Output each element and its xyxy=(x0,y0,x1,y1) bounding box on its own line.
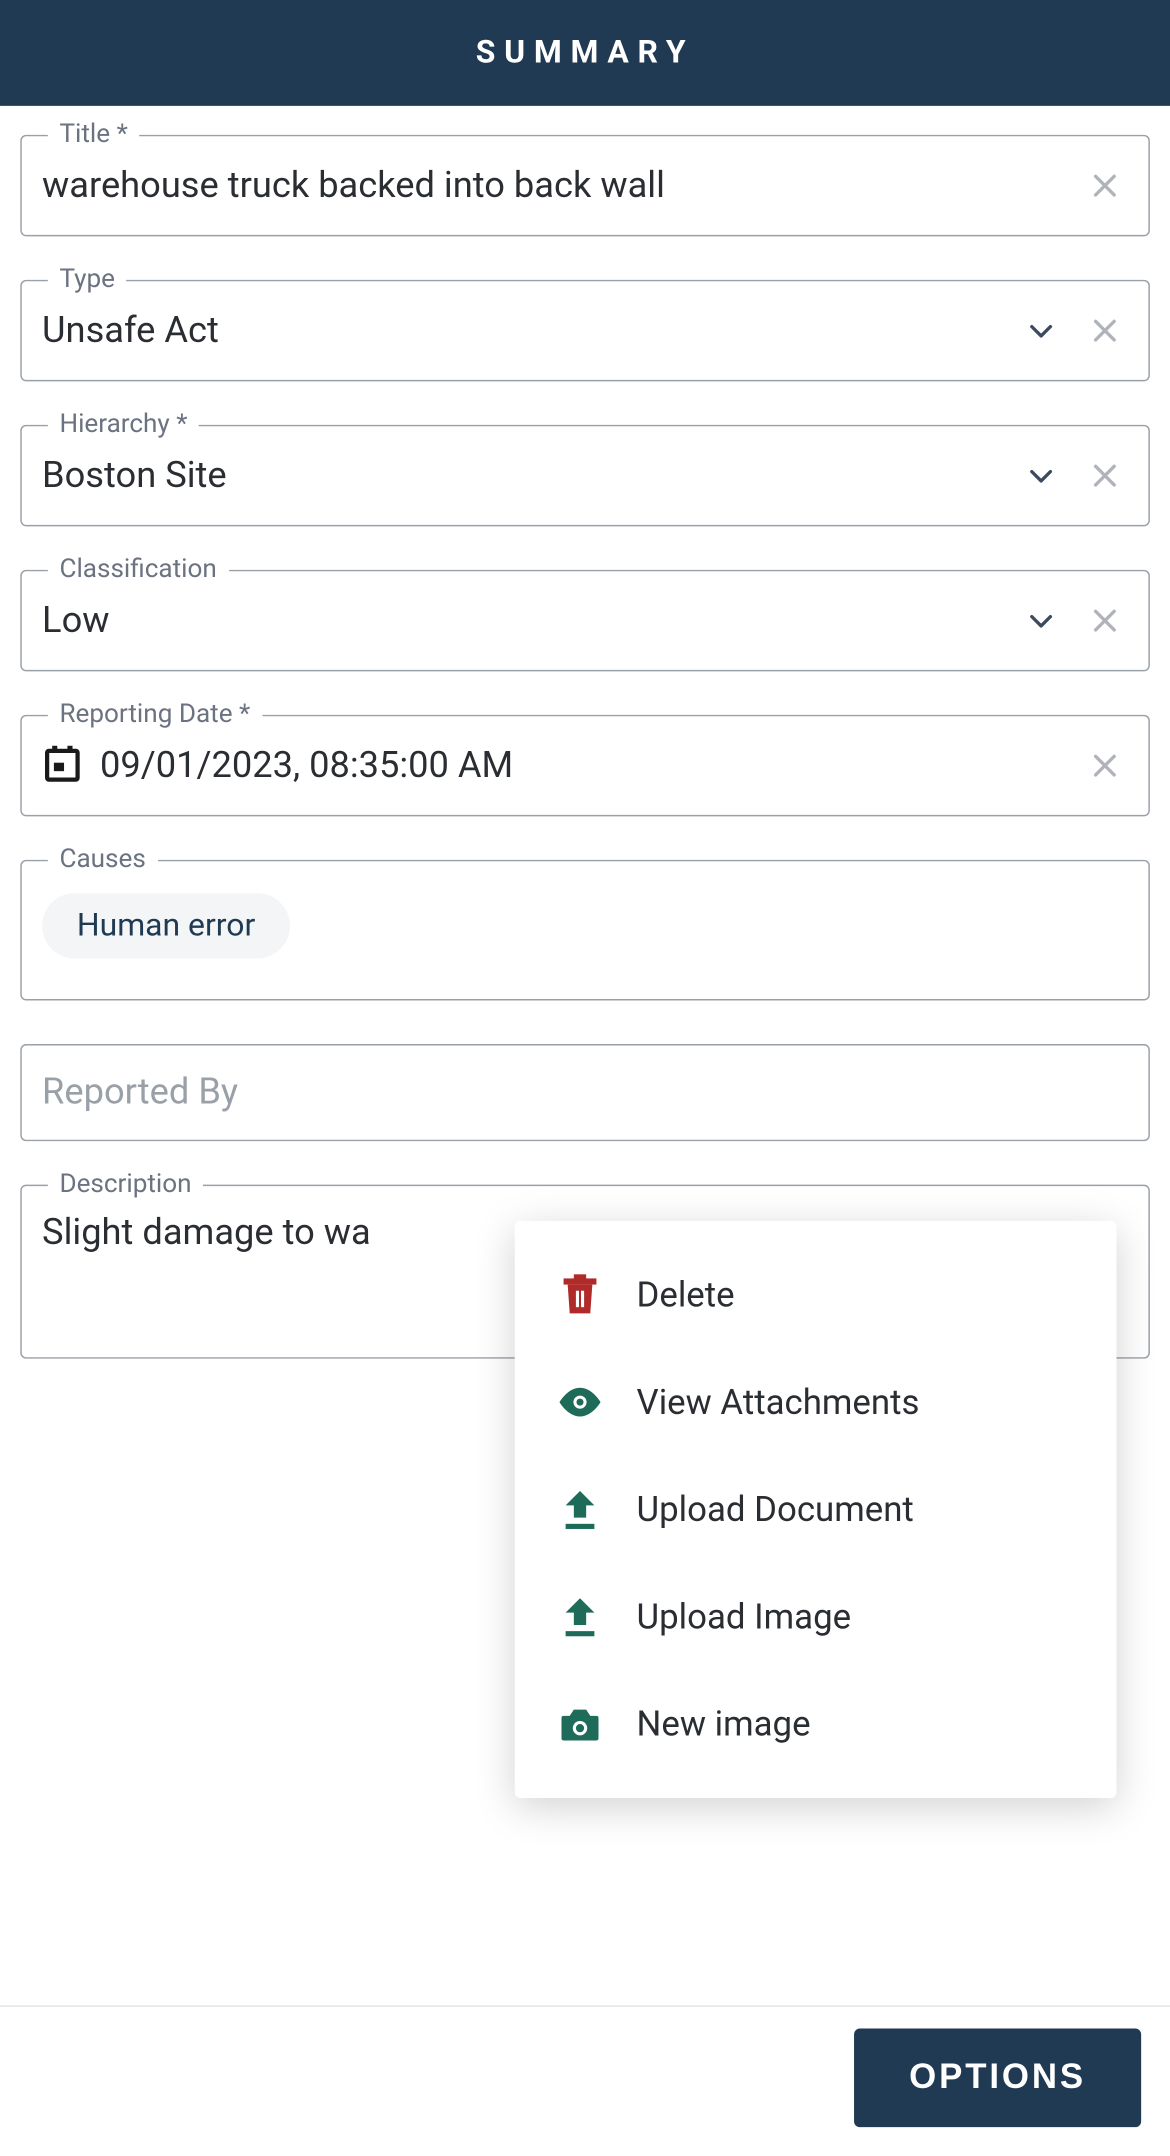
eye-icon xyxy=(555,1378,604,1427)
menu-label-new-image: New image xyxy=(637,1704,811,1745)
title-field: Title * xyxy=(20,135,1150,237)
menu-item-view-attachments[interactable]: View Attachments xyxy=(515,1349,1117,1456)
causes-field: Causes Human error xyxy=(20,860,1150,1001)
menu-item-upload-document[interactable]: Upload Document xyxy=(515,1456,1117,1563)
chevron-down-icon[interactable] xyxy=(1018,597,1064,643)
reporting-date-input[interactable]: 09/01/2023, 08:35:00 AM xyxy=(100,745,1082,787)
clear-icon[interactable] xyxy=(1082,307,1128,353)
clear-icon[interactable] xyxy=(1082,597,1128,643)
page-title: SUMMARY xyxy=(476,35,695,71)
clear-icon[interactable] xyxy=(1082,742,1128,788)
title-input[interactable] xyxy=(42,165,1082,207)
menu-item-delete[interactable]: Delete xyxy=(515,1241,1117,1348)
trash-icon xyxy=(555,1270,604,1319)
camera-icon xyxy=(555,1699,604,1748)
classification-label: Classification xyxy=(48,554,229,584)
reporting-date-field: Reporting Date * 09/01/2023, 08:35:00 AM xyxy=(20,715,1150,817)
clear-icon[interactable] xyxy=(1082,452,1128,498)
hierarchy-field: Hierarchy * Boston Site xyxy=(20,425,1150,527)
type-field: Type Unsafe Act xyxy=(20,280,1150,382)
options-menu: Delete View Attachments Upload Document … xyxy=(515,1221,1117,1798)
menu-item-upload-image[interactable]: Upload Image xyxy=(515,1563,1117,1670)
menu-label-upload-document: Upload Document xyxy=(637,1489,914,1530)
chevron-down-icon[interactable] xyxy=(1018,452,1064,498)
upload-icon xyxy=(555,1592,604,1641)
type-select[interactable]: Unsafe Act xyxy=(42,310,1018,352)
options-button[interactable]: OPTIONS xyxy=(854,2029,1141,2128)
calendar-icon[interactable] xyxy=(42,742,83,788)
reported-by-input[interactable] xyxy=(42,1072,1128,1114)
title-label: Title * xyxy=(48,119,140,149)
classification-field: Classification Low xyxy=(20,570,1150,672)
hierarchy-label: Hierarchy * xyxy=(48,409,199,439)
reporting-date-label: Reporting Date * xyxy=(48,699,262,729)
causes-label: Causes xyxy=(48,844,158,874)
clear-icon[interactable] xyxy=(1082,162,1128,208)
description-label: Description xyxy=(48,1169,203,1199)
chevron-down-icon[interactable] xyxy=(1018,307,1064,353)
hierarchy-select[interactable]: Boston Site xyxy=(42,455,1018,497)
page-header: SUMMARY xyxy=(0,0,1170,106)
menu-label-upload-image: Upload Image xyxy=(637,1596,852,1637)
upload-icon xyxy=(555,1485,604,1534)
menu-item-new-image[interactable]: New image xyxy=(515,1670,1117,1777)
type-label: Type xyxy=(48,264,127,294)
menu-label-delete: Delete xyxy=(637,1275,735,1316)
cause-chip[interactable]: Human error xyxy=(42,893,290,958)
menu-label-view-attachments: View Attachments xyxy=(637,1382,920,1423)
classification-select[interactable]: Low xyxy=(42,600,1018,642)
reported-by-field xyxy=(20,1044,1150,1141)
bottom-divider xyxy=(0,2005,1170,2006)
